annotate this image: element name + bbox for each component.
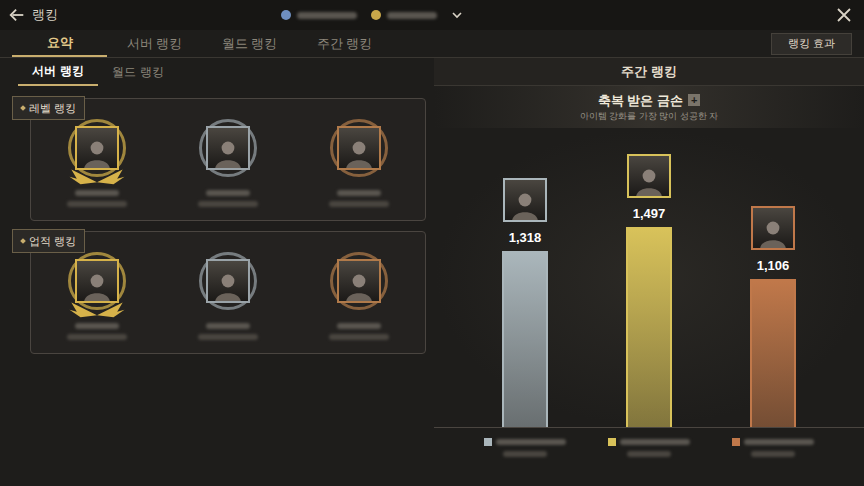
- rank-avatar[interactable]: [327, 116, 391, 180]
- window-title: 랭킹: [32, 5, 58, 25]
- back-icon[interactable]: [8, 6, 26, 24]
- close-icon[interactable]: [836, 7, 852, 23]
- rank-avatar[interactable]: [65, 116, 129, 180]
- bar-value: 1,497: [633, 204, 666, 224]
- rank-avatar[interactable]: [327, 249, 391, 313]
- ranking-section: 업적 랭킹: [10, 231, 426, 354]
- rank-avatar[interactable]: [65, 249, 129, 313]
- tab[interactable]: 주간 랭킹: [297, 30, 392, 57]
- tab[interactable]: 서버 랭킹: [107, 30, 202, 57]
- guild-chip: [371, 10, 437, 20]
- ranking-screen: 랭킹요약서버 랭킹월드 랭킹주간 랭킹랭킹 효과서버 랭킹월드 랭킹레벨 랭킹업…: [0, 0, 864, 486]
- bar-fill: [750, 279, 796, 427]
- weekly-header: 주간 랭킹: [434, 58, 864, 86]
- bar-player-name: [723, 438, 823, 457]
- sub-tab[interactable]: 월드 랭킹: [98, 58, 178, 86]
- character-icon: [212, 269, 244, 301]
- player-name: [67, 190, 127, 207]
- character-icon: [343, 136, 375, 168]
- weekly-title-strip: 축복 받은 금손 + 아이템 강화를 가장 많이 성공한 자: [434, 86, 864, 128]
- player-portrait[interactable]: [337, 126, 381, 170]
- ranking-section: 레벨 랭킹: [10, 98, 426, 221]
- sub-tab[interactable]: 서버 랭킹: [18, 58, 98, 86]
- tab-bar: 요약서버 랭킹월드 랭킹주간 랭킹 랭킹 효과: [0, 30, 864, 58]
- bar-fill: [626, 227, 672, 427]
- tab[interactable]: 요약: [12, 30, 107, 57]
- weekly-subtitle: 아이템 강화를 가장 많이 성공한 자: [580, 110, 719, 124]
- player-portrait[interactable]: [75, 126, 119, 170]
- weekly-ranking-panel: 주간 랭킹축복 받은 금손+아이템 강화를 가장 많이 성공한 자1,3181,…: [434, 58, 864, 486]
- bar-column[interactable]: 1,318: [475, 178, 575, 428]
- dropdown-chevron-icon[interactable]: [451, 9, 463, 21]
- player-portrait[interactable]: [627, 154, 671, 198]
- rank-entry[interactable]: [42, 116, 152, 207]
- character-icon: [509, 188, 541, 220]
- player-name: [198, 323, 258, 340]
- rank-avatar[interactable]: [196, 249, 260, 313]
- player-portrait[interactable]: [206, 259, 250, 303]
- bar-fill: [502, 251, 548, 427]
- ranking-effect-button[interactable]: 랭킹 효과: [771, 33, 852, 55]
- top-bar: 랭킹: [0, 0, 864, 30]
- info-plus-icon[interactable]: +: [688, 94, 700, 106]
- player-portrait[interactable]: [75, 259, 119, 303]
- bar-chart: 1,318 1,497 1,106: [434, 128, 864, 428]
- character-icon: [81, 136, 113, 168]
- player-name: [67, 323, 127, 340]
- bar-column[interactable]: 1,497: [599, 154, 699, 428]
- player-portrait[interactable]: [337, 259, 381, 303]
- character-icon: [343, 269, 375, 301]
- bar-value: 1,318: [509, 228, 542, 248]
- bar-value: 1,106: [757, 256, 790, 276]
- character-icon: [212, 136, 244, 168]
- player-name: [329, 190, 389, 207]
- sub-tab-bar: 서버 랭킹월드 랭킹: [10, 58, 426, 86]
- rank-entry[interactable]: [173, 116, 283, 207]
- tab[interactable]: 월드 랭킹: [202, 30, 297, 57]
- rank-avatar[interactable]: [196, 116, 260, 180]
- character-icon: [81, 269, 113, 301]
- section-label: 레벨 랭킹: [12, 96, 85, 120]
- server-chip: [281, 10, 357, 20]
- player-name: [329, 323, 389, 340]
- player-portrait[interactable]: [206, 126, 250, 170]
- player-name: [198, 190, 258, 207]
- character-icon: [633, 164, 665, 196]
- weekly-title: 축복 받은 금손: [598, 91, 683, 111]
- bar-player-name: [599, 438, 699, 457]
- server-ranking-panel: 서버 랭킹월드 랭킹레벨 랭킹업적 랭킹: [0, 58, 428, 486]
- character-icon: [757, 216, 789, 248]
- bar-labels: [434, 428, 864, 457]
- rank-entry[interactable]: [173, 249, 283, 340]
- bar-player-name: [475, 438, 575, 457]
- rank-entry[interactable]: [304, 116, 414, 207]
- rank-entry[interactable]: [42, 249, 152, 340]
- player-portrait[interactable]: [751, 206, 795, 250]
- rank-entry[interactable]: [304, 249, 414, 340]
- bar-column[interactable]: 1,106: [723, 206, 823, 428]
- player-portrait[interactable]: [503, 178, 547, 222]
- section-label: 업적 랭킹: [12, 229, 85, 253]
